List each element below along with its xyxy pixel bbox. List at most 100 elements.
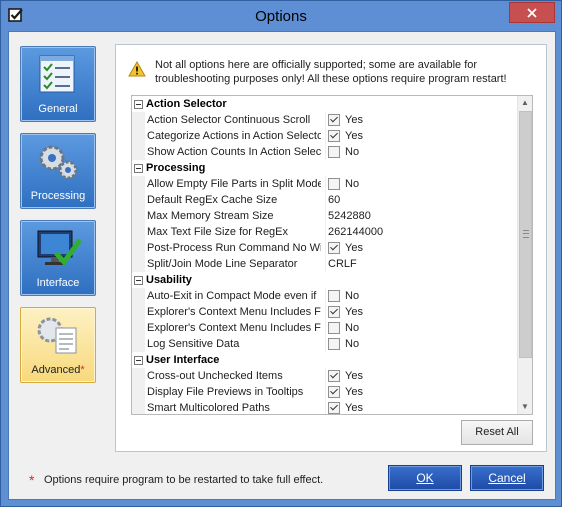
column-divider[interactable]: [325, 112, 326, 128]
property-row[interactable]: Log Sensitive Data No: [132, 336, 518, 352]
property-value[interactable]: 60: [328, 192, 340, 208]
property-row[interactable]: Explorer's Context Menu Includes F Yes: [132, 304, 518, 320]
row-margin: [132, 304, 145, 320]
property-row[interactable]: Cross-out Unchecked Items Yes: [132, 368, 518, 384]
column-divider[interactable]: [325, 368, 326, 384]
property-row[interactable]: Auto-Exit in Compact Mode even if No: [132, 288, 518, 304]
row-margin: [132, 208, 145, 224]
property-value[interactable]: 262144000: [328, 224, 383, 240]
column-divider[interactable]: [325, 176, 326, 192]
collapse-icon[interactable]: [134, 100, 143, 109]
column-divider[interactable]: [325, 288, 326, 304]
value-checkbox[interactable]: [328, 338, 340, 350]
row-margin: [132, 320, 145, 336]
options-window: Options General Processing Interface Adv…: [0, 0, 562, 507]
value-checkbox[interactable]: [328, 402, 340, 414]
property-row[interactable]: Post-Process Run Command No Wi Yes: [132, 240, 518, 256]
column-divider[interactable]: [325, 256, 326, 272]
value-checkbox[interactable]: [328, 146, 340, 158]
column-divider[interactable]: [325, 320, 326, 336]
value-checkbox[interactable]: [328, 242, 340, 254]
value-label: No: [345, 338, 360, 350]
property-value[interactable]: 5242880: [328, 208, 371, 224]
property-row[interactable]: Display File Previews in Tooltips Yes: [132, 384, 518, 400]
collapse-icon[interactable]: [134, 276, 143, 285]
value-checkbox[interactable]: [328, 322, 340, 334]
close-button[interactable]: [509, 2, 555, 23]
column-divider[interactable]: [325, 128, 326, 144]
collapse-icon[interactable]: [134, 164, 143, 173]
column-divider[interactable]: [325, 224, 326, 240]
property-row[interactable]: Categorize Actions in Action Selecto Yes: [132, 128, 518, 144]
scroll-down-arrow-icon[interactable]: ▼: [518, 400, 532, 414]
reset-all-button[interactable]: Reset All: [461, 420, 533, 445]
value-checkbox[interactable]: [328, 130, 340, 142]
value-checkbox[interactable]: [328, 290, 340, 302]
collapse-icon[interactable]: [134, 356, 143, 365]
ok-button[interactable]: OK: [388, 465, 462, 491]
property-value[interactable]: CRLF: [328, 256, 357, 272]
property-row[interactable]: Max Memory Stream Size 5242880: [132, 208, 518, 224]
value-text: 60: [328, 194, 341, 206]
row-margin: [132, 112, 145, 128]
property-name: Split/Join Mode Line Separator: [147, 258, 298, 270]
property-row[interactable]: Split/Join Mode Line Separator CRLF: [132, 256, 518, 272]
scroll-up-arrow-icon[interactable]: ▲: [518, 96, 532, 110]
property-row[interactable]: Action Selector Continuous Scroll Yes: [132, 112, 518, 128]
category-row[interactable]: User Interface: [132, 352, 518, 368]
category-name: Usability: [146, 274, 192, 286]
value-checkbox[interactable]: [328, 114, 340, 126]
nav-interface-button[interactable]: Interface: [20, 220, 96, 296]
property-row[interactable]: Smart Multicolored Paths Yes: [132, 400, 518, 414]
value-label: No: [345, 146, 360, 158]
vertical-scrollbar[interactable]: ▲ ▼: [517, 96, 532, 414]
nav-general-button[interactable]: General: [20, 46, 96, 122]
value-label: Yes: [345, 114, 363, 126]
value-label: No: [345, 290, 360, 302]
advanced-options-panel: Not all options here are officially supp…: [115, 44, 547, 452]
column-divider[interactable]: [325, 192, 326, 208]
property-grid[interactable]: Action Selector Action Selector Continuou…: [131, 95, 533, 415]
row-margin: [132, 256, 145, 272]
category-row[interactable]: Processing: [132, 160, 518, 176]
footnote-asterisk: *: [29, 472, 35, 488]
nav-processing-button[interactable]: Processing: [20, 133, 96, 209]
value-checkbox[interactable]: [328, 370, 340, 382]
property-row[interactable]: Max Text File Size for RegEx 262144000: [132, 224, 518, 240]
footnote-text: Options require program to be restarted …: [44, 474, 324, 486]
row-margin: [132, 176, 145, 192]
property-name: Display File Previews in Tooltips: [147, 386, 304, 398]
property-row[interactable]: Default RegEx Cache Size 60: [132, 192, 518, 208]
value-label: Yes: [345, 242, 363, 254]
property-row[interactable]: Explorer's Context Menu Includes F No: [132, 320, 518, 336]
nav-advanced-button[interactable]: Advanced*: [20, 307, 96, 383]
column-divider[interactable]: [325, 384, 326, 400]
row-margin: [132, 144, 145, 160]
scroll-thumb[interactable]: [519, 111, 532, 358]
property-name: Smart Multicolored Paths: [147, 402, 270, 414]
property-name: Explorer's Context Menu Includes F: [147, 322, 321, 334]
value-checkbox[interactable]: [328, 386, 340, 398]
nav-advanced-label: Advanced*: [31, 364, 85, 376]
column-divider[interactable]: [325, 336, 326, 352]
column-divider[interactable]: [325, 240, 326, 256]
property-name: Log Sensitive Data: [147, 338, 240, 350]
column-divider[interactable]: [325, 144, 326, 160]
title-bar[interactable]: Options: [1, 1, 561, 31]
category-row[interactable]: Usability: [132, 272, 518, 288]
category-name: User Interface: [146, 354, 220, 366]
property-name: Default RegEx Cache Size: [147, 194, 278, 206]
row-margin: [132, 224, 145, 240]
value-checkbox[interactable]: [328, 178, 340, 190]
value-text: 5242880: [328, 210, 371, 222]
category-row[interactable]: Action Selector: [132, 96, 518, 112]
close-icon: [527, 7, 537, 18]
column-divider[interactable]: [325, 304, 326, 320]
column-divider[interactable]: [325, 400, 326, 414]
value-checkbox[interactable]: [328, 306, 340, 318]
property-row[interactable]: Allow Empty File Parts in Split Mode No: [132, 176, 518, 192]
column-divider[interactable]: [325, 208, 326, 224]
property-row[interactable]: Show Action Counts In Action Select No: [132, 144, 518, 160]
cancel-label: Cancel: [488, 471, 526, 485]
cancel-button[interactable]: Cancel: [470, 465, 544, 491]
